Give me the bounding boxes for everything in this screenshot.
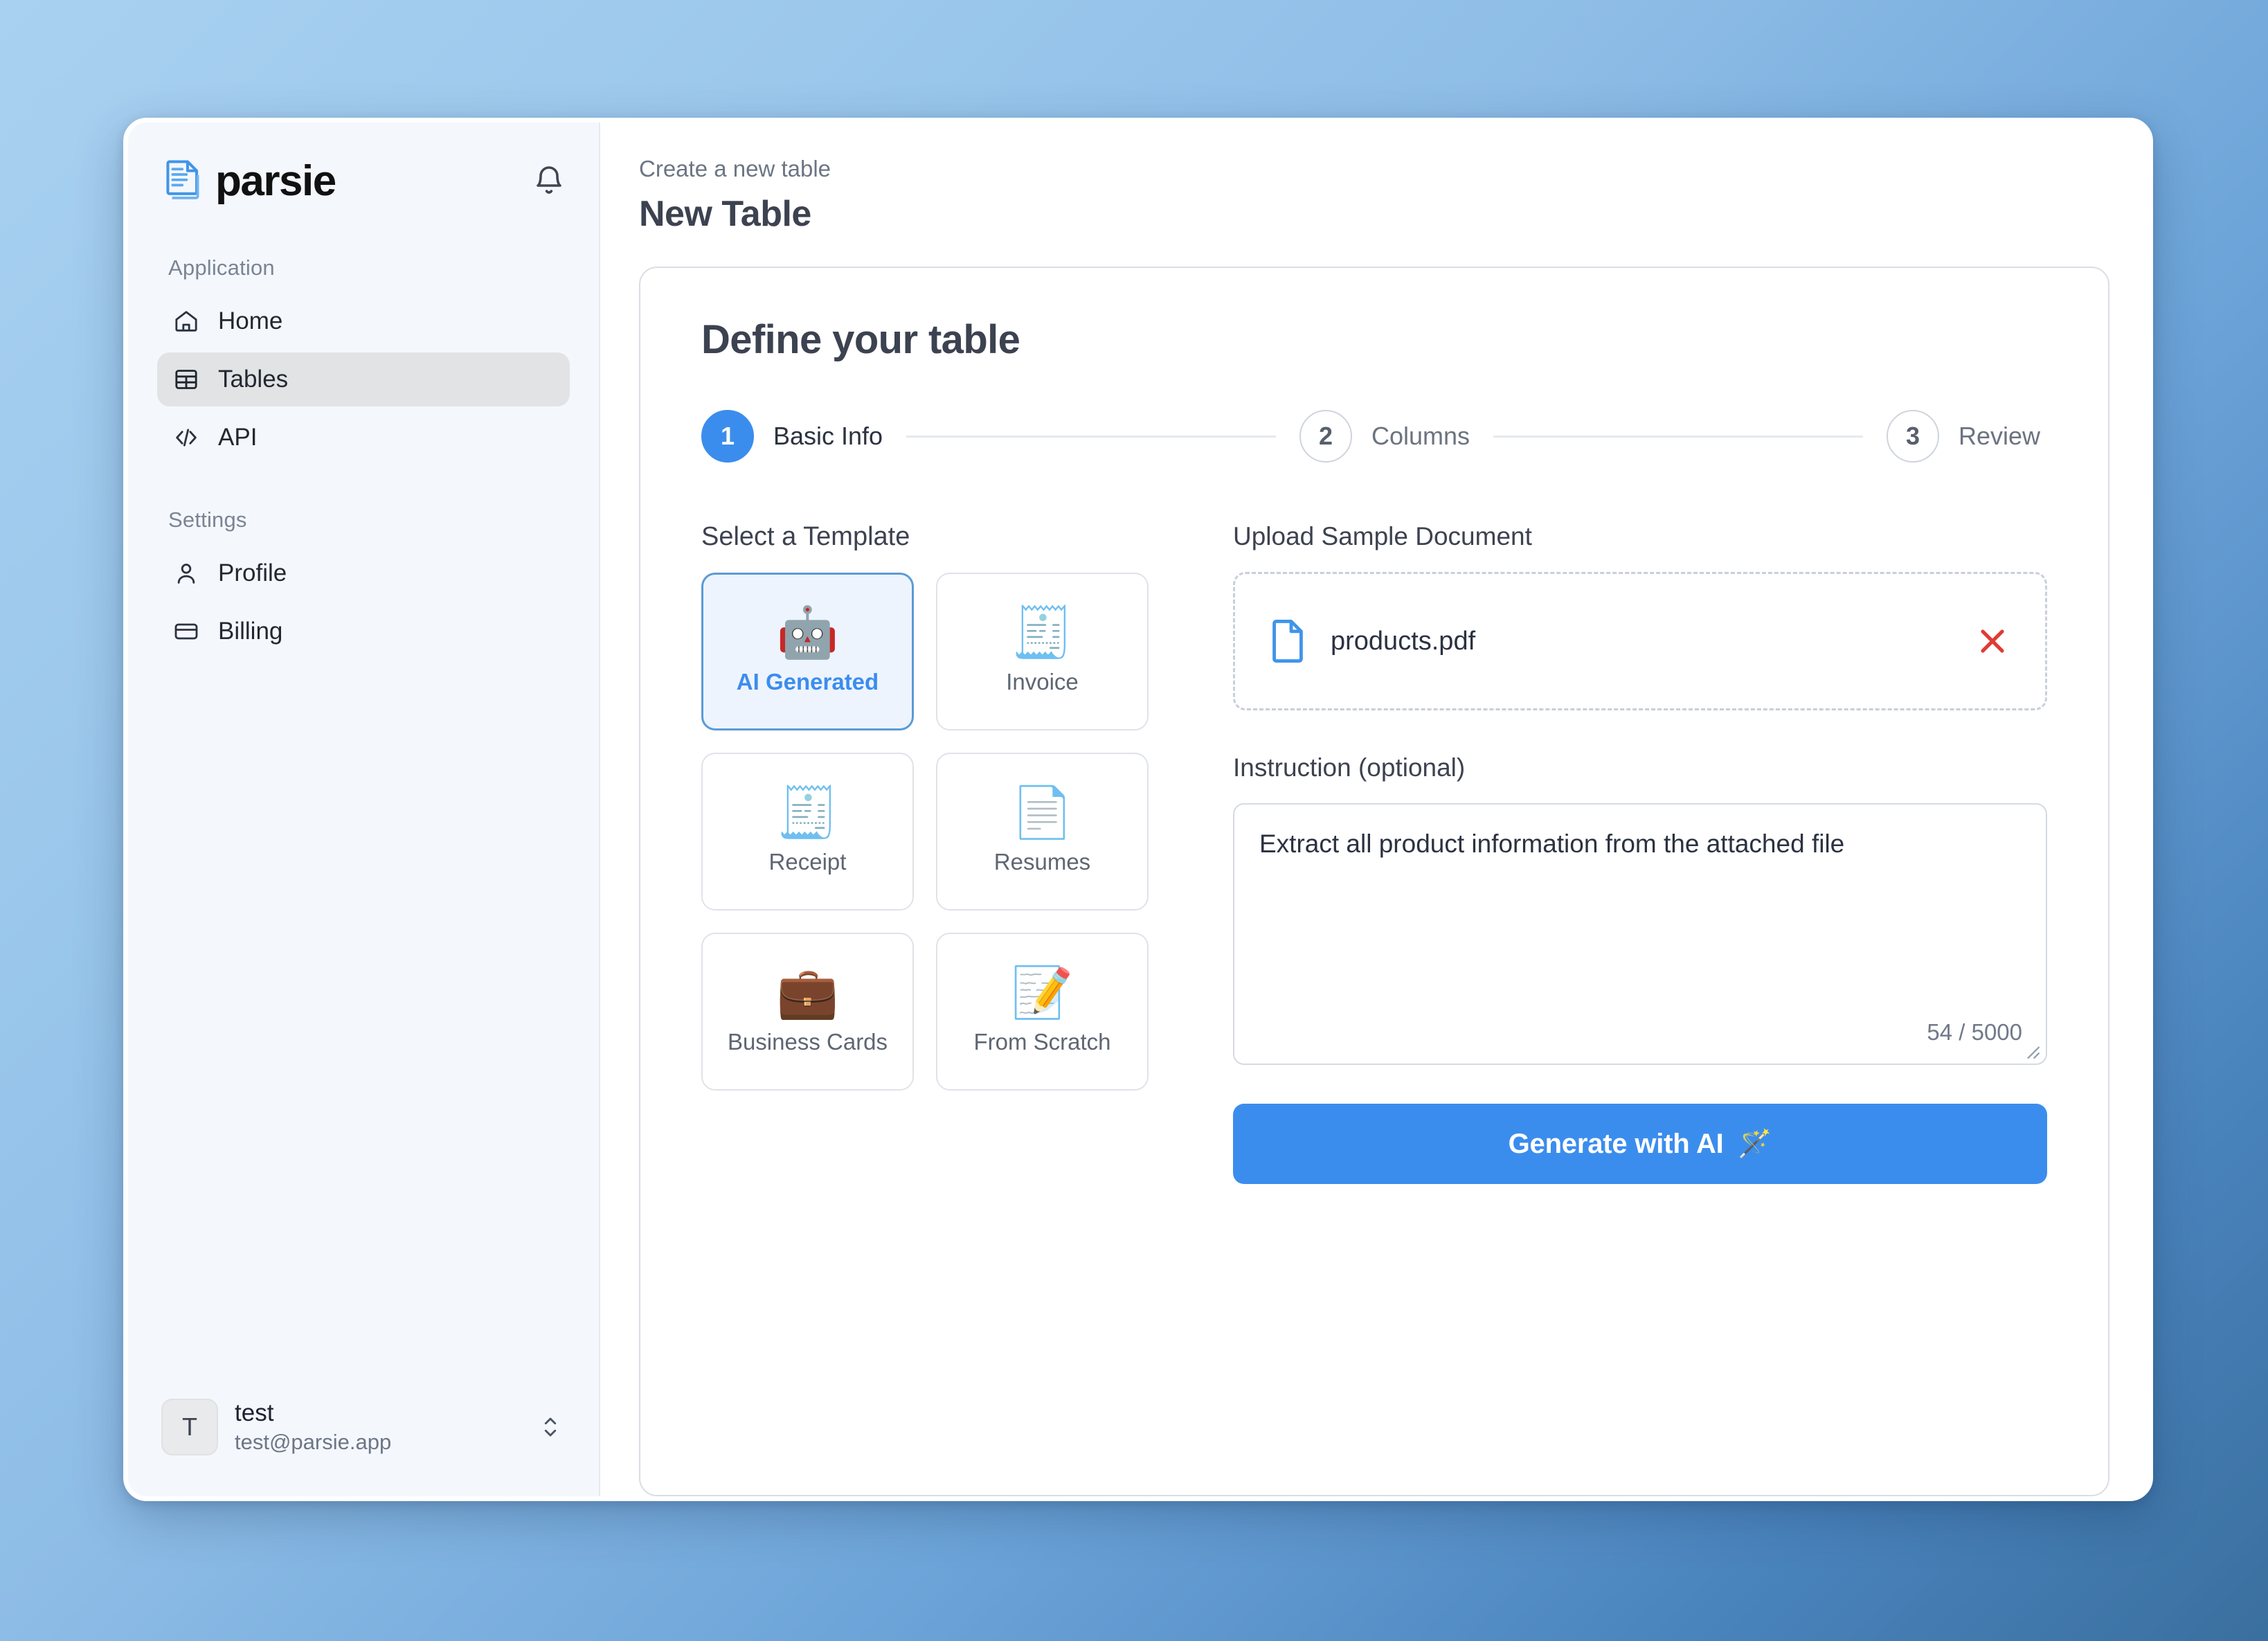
instruction-input[interactable]: Extract all product information from the… (1233, 803, 2047, 1065)
sidebar-item-home[interactable]: Home (157, 294, 570, 348)
document-stack-icon (166, 160, 199, 199)
step-review[interactable]: 3 Review (1886, 410, 2041, 463)
sidebar-section-label-settings: Settings (168, 508, 247, 532)
template-card-label: Invoice (1006, 668, 1079, 694)
chevron-up-down-icon[interactable] (535, 1408, 566, 1446)
bell-icon (537, 166, 561, 194)
sidebar: parsie Application Home Tables API Setti… (128, 123, 600, 1496)
template-card-ai-generated[interactable]: 🤖 AI Generated (701, 573, 914, 730)
page-curl-icon: 📄 (1011, 784, 1074, 841)
user-email: test@parsie.app (235, 1429, 392, 1454)
sidebar-item-profile[interactable]: Profile (157, 546, 570, 600)
template-card-label: AI Generated (736, 668, 879, 694)
template-card-from-scratch[interactable]: 📝 From Scratch (936, 933, 1149, 1091)
user-icon (172, 559, 200, 587)
upload-and-instruction: Upload Sample Document products.pdf Inst… (1233, 522, 2047, 1184)
sidebar-item-api[interactable]: API (157, 411, 570, 465)
template-picker: Select a Template 🤖 AI Generated 🧾 Invoi… (701, 522, 1179, 1091)
code-brackets-icon (172, 424, 200, 451)
sidebar-section-label-application: Application (168, 255, 275, 280)
credit-card-icon (172, 618, 200, 645)
template-card-label: From Scratch (973, 1028, 1111, 1055)
step-basic-info[interactable]: 1 Basic Info (701, 410, 883, 463)
brand-row: parsie (157, 156, 570, 207)
define-table-card: Define your table 1 Basic Info 2 Columns… (639, 267, 2109, 1496)
upload-label: Upload Sample Document (1233, 522, 1532, 550)
template-card-business-cards[interactable]: 💼 Business Cards (701, 933, 914, 1091)
memo-pencil-icon: 📝 (1011, 965, 1074, 1021)
user-account-switcher[interactable]: T test test@parsie.app (149, 1387, 578, 1467)
user-name: test (235, 1399, 274, 1426)
template-picker-label: Select a Template (701, 522, 910, 551)
sidebar-item-label: Billing (218, 618, 283, 645)
template-card-resumes[interactable]: 📄 Resumes (936, 753, 1149, 911)
uploaded-file-name: products.pdf (1331, 626, 1476, 656)
user-meta: test test@parsie.app (235, 1398, 519, 1456)
template-card-label: Business Cards (727, 1028, 888, 1055)
briefcase-icon: 💼 (776, 965, 839, 1021)
sidebar-top: parsie Application Home Tables API Setti… (128, 123, 599, 658)
avatar: T (161, 1398, 218, 1455)
table-grid-icon (172, 366, 200, 393)
sidebar-item-billing[interactable]: Billing (157, 604, 570, 658)
page-title: New Table (639, 194, 811, 234)
template-card-label: Resumes (993, 848, 1091, 875)
step-label: Basic Info (773, 422, 883, 450)
step-number: 2 (1299, 410, 1352, 463)
step-connector (906, 435, 1276, 438)
sidebar-nav-settings: Profile Billing (157, 546, 570, 658)
template-card-receipt[interactable]: 🧾 Receipt (701, 753, 914, 911)
close-x-icon[interactable] (1973, 622, 2012, 661)
character-counter: 54 / 5000 (1927, 1019, 2022, 1045)
template-card-invoice[interactable]: 🧾 Invoice (936, 573, 1149, 730)
sidebar-item-label: Profile (218, 559, 287, 586)
robot-icon: 🤖 (776, 604, 839, 661)
home-icon (172, 307, 200, 335)
sidebar-item-label: Tables (218, 366, 289, 393)
magic-wand-icon: 🪄 (1737, 1129, 1772, 1159)
template-grid: 🤖 AI Generated 🧾 Invoice 🧾 Receipt 📄 Res… (701, 573, 1179, 1091)
generate-with-ai-button[interactable]: Generate with AI 🪄 (1233, 1104, 2047, 1184)
step-label: Columns (1371, 422, 1470, 450)
template-card-label: Receipt (768, 848, 847, 875)
step-columns[interactable]: 2 Columns (1299, 410, 1470, 463)
brand-name: parsie (215, 157, 336, 205)
step-connector (1493, 435, 1863, 438)
sidebar-item-label: Home (218, 307, 283, 334)
sidebar-item-tables[interactable]: Tables (157, 352, 570, 406)
instruction-value: Extract all product information from the… (1259, 830, 1845, 858)
generate-button-label: Generate with AI (1508, 1128, 1724, 1159)
brand[interactable]: parsie (157, 156, 336, 207)
breadcrumb: Create a new table (639, 156, 831, 181)
instruction-label: Instruction (optional) (1233, 753, 1466, 782)
sidebar-item-label: API (218, 424, 258, 451)
card-title: Define your table (701, 317, 1020, 362)
stepper: 1 Basic Info 2 Columns 3 Review (701, 410, 2047, 463)
app-window: parsie Application Home Tables API Setti… (123, 118, 2153, 1501)
upload-dropzone[interactable]: products.pdf (1233, 572, 2047, 710)
receipt-icon: 🧾 (776, 784, 839, 841)
notifications-button[interactable] (528, 161, 570, 202)
sidebar-section-gap (157, 465, 570, 508)
textarea-resize-handle[interactable] (2022, 1041, 2040, 1059)
step-number: 1 (701, 410, 754, 463)
main-content: Create a new table New Table Define your… (600, 123, 2148, 1496)
step-label: Review (1958, 422, 2041, 450)
form-columns: Select a Template 🤖 AI Generated 🧾 Invoi… (701, 522, 2047, 1184)
file-document-icon (1272, 620, 1303, 663)
sidebar-nav-application: Home Tables API (157, 294, 570, 465)
receipt-icon: 🧾 (1011, 604, 1074, 661)
step-number: 3 (1886, 410, 1939, 463)
